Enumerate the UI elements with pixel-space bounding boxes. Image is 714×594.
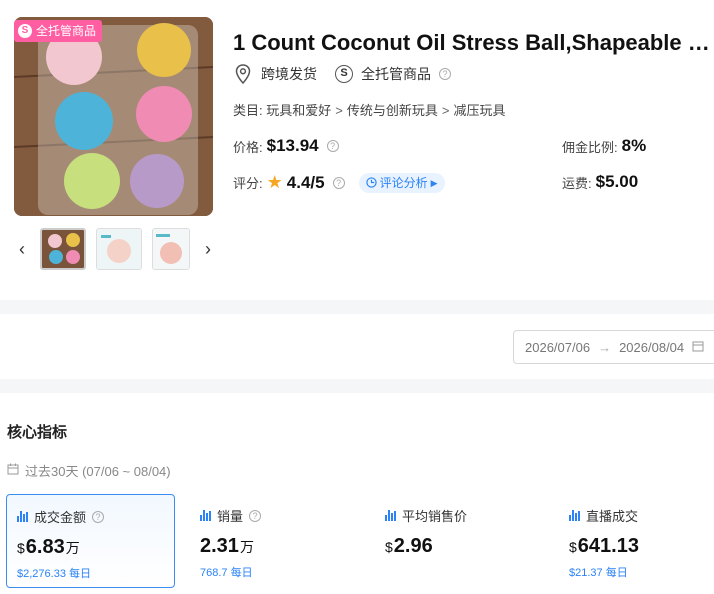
clock-chart-icon <box>365 177 377 188</box>
product-meta-row: 跨境发货 S 全托管商品 ? <box>233 64 451 84</box>
date-end[interactable]: 2026/08/04 <box>619 340 684 355</box>
metric-unit: 万 <box>65 540 80 556</box>
section-divider <box>0 300 714 314</box>
price-field: 价格: $13.94 ? <box>233 136 339 156</box>
metric-currency: $ <box>385 539 393 555</box>
core-metrics-title: 核心指标 <box>7 424 68 441</box>
review-analysis-button[interactable]: 评论分析 ▶ <box>358 172 445 193</box>
commission-field: 佣金比例: 8% <box>562 136 646 156</box>
category-item[interactable]: 玩具和爱好 <box>266 103 331 118</box>
metric-value: 2.96 <box>393 535 433 557</box>
tag-label: 全托管商品 <box>36 24 97 38</box>
category-breadcrumb: 类目: 玩具和爱好 > 传统与创新玩具 > 减压玩具 <box>233 100 505 119</box>
metric-card-live[interactable]: 直播成交 $ 641.13 $21.37 每日 <box>559 494 714 588</box>
chevron-right-icon[interactable]: › <box>200 239 216 260</box>
date-range-picker[interactable]: 2026/07/06 → 2026/08/04 <box>513 330 714 364</box>
rating-value: 4.4/5 <box>286 172 325 192</box>
shipping-type-label: 跨境发货 <box>261 66 317 82</box>
metric-daily: 768.7 每日 <box>200 567 253 579</box>
metric-value: 6.83 <box>25 536 65 558</box>
location-pin-icon <box>233 64 253 84</box>
product-header: S 全托管商品 ‹ › 1 Count Coconut Oil Stress B… <box>0 0 714 300</box>
metric-currency: $ <box>569 539 577 555</box>
section-divider <box>0 379 714 393</box>
rating-label: 评分: <box>233 176 263 191</box>
category-item[interactable]: 传统与创新玩具 <box>347 103 438 118</box>
metric-currency: $ <box>17 540 25 556</box>
shipping-fee-value: $5.00 <box>595 172 639 191</box>
price-label: 价格: <box>233 139 263 155</box>
metric-help-icon[interactable]: ? <box>249 509 262 522</box>
rating-field: 评分: ★ 4.4/5 ? 评论分析 ▶ <box>233 172 445 193</box>
date-start[interactable]: 2026/07/06 <box>525 340 590 355</box>
thumbnail-strip: ‹ › <box>14 226 219 272</box>
star-icon: ★ <box>266 172 283 192</box>
breadcrumb-separator: > <box>335 103 343 118</box>
date-arrow: → <box>598 339 612 355</box>
bar-chart-icon <box>200 510 211 521</box>
commission-value: 8% <box>621 136 647 155</box>
review-analysis-label: 评论分析 <box>379 175 428 190</box>
metric-label: 直播成交 <box>586 509 639 524</box>
category-item[interactable]: 减压玩具 <box>453 103 505 118</box>
thumbnail-2[interactable] <box>96 228 142 270</box>
category-prefix: 类目: <box>233 103 263 118</box>
managed-s-circle-icon: S <box>335 65 353 83</box>
period-label: 过去30天 (07/06 ~ 08/04) <box>7 461 171 480</box>
price-help-icon[interactable]: ? <box>326 140 339 152</box>
bar-chart-icon <box>569 510 580 521</box>
metric-unit: 万 <box>239 539 254 555</box>
metric-card-gmv[interactable]: 成交金额 ? $ 6.83 万 $2,276.33 每日 <box>6 494 175 588</box>
commission-label: 佣金比例: <box>562 139 618 155</box>
metric-daily: $21.37 每日 <box>569 567 628 579</box>
bar-chart-icon <box>17 511 28 522</box>
breadcrumb-separator: > <box>441 103 450 118</box>
play-triangle-icon: ▶ <box>430 177 438 188</box>
managed-label: 全托管商品 <box>361 66 431 82</box>
thumbnail-1[interactable] <box>40 228 86 270</box>
bar-chart-icon <box>385 510 396 521</box>
metric-label: 销量 <box>217 509 244 524</box>
metric-daily: $2,276.33 每日 <box>17 568 91 580</box>
metric-label: 成交金额 <box>34 510 87 525</box>
managed-s-icon: S <box>18 24 32 38</box>
calendar-icon <box>692 340 704 355</box>
shipping-fee-label: 运费: <box>562 175 592 191</box>
product-main-image[interactable] <box>14 17 213 216</box>
shipping-fee-field: 运费: $5.00 <box>562 172 638 192</box>
metric-help-icon[interactable]: ? <box>92 510 105 523</box>
metric-cards: 成交金额 ? $ 6.83 万 $2,276.33 每日 销量 ? 2.31 万… <box>6 494 714 588</box>
help-icon[interactable]: ? <box>439 68 451 80</box>
chevron-left-icon[interactable]: ‹ <box>14 239 30 260</box>
metric-value: 2.31 <box>200 535 239 557</box>
period-text: 过去30天 (07/06 ~ 08/04) <box>25 464 171 479</box>
metric-card-sales[interactable]: 销量 ? 2.31 万 768.7 每日 <box>190 494 359 588</box>
rating-help-icon[interactable]: ? <box>332 176 345 189</box>
calendar-icon <box>7 463 19 478</box>
metric-card-avg-price[interactable]: 平均销售价 $ 2.96 <box>375 494 544 588</box>
product-title: 1 Count Coconut Oil Stress Ball,Shapeabl… <box>233 30 713 55</box>
thumbnail-3[interactable] <box>152 228 190 270</box>
managed-product-tag: S 全托管商品 <box>14 20 103 42</box>
metric-value: 641.13 <box>577 535 639 557</box>
price-value: $13.94 <box>266 136 319 155</box>
metric-label: 平均销售价 <box>402 509 468 524</box>
